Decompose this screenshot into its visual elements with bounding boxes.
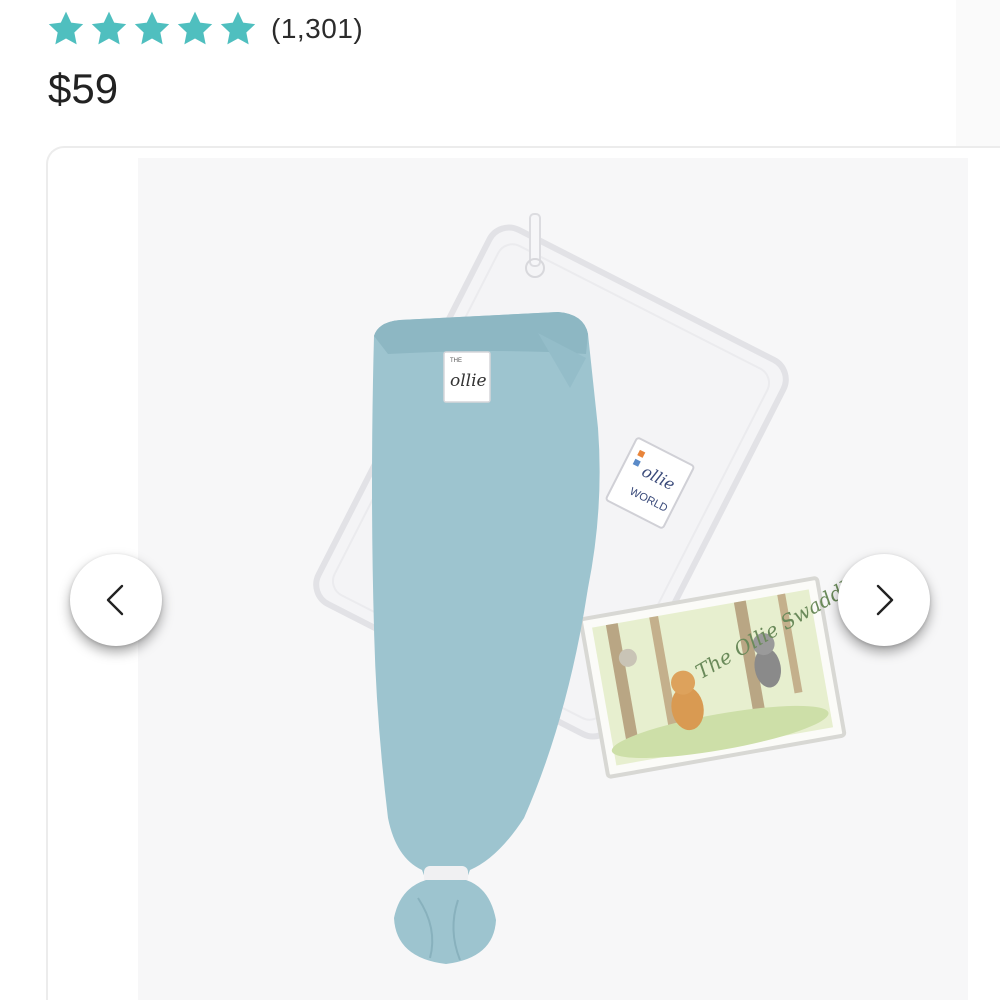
rating-row[interactable]: (1,301) bbox=[46, 6, 363, 52]
previous-image-button[interactable] bbox=[70, 554, 162, 646]
product-page: (1,301) $59 ollie WORLD The Ollie Swaddl… bbox=[0, 0, 1000, 1000]
chevron-right-icon bbox=[876, 584, 894, 616]
star-icon bbox=[91, 11, 127, 45]
star-icon bbox=[134, 11, 170, 45]
svg-text:THE: THE bbox=[450, 358, 462, 364]
star-icon bbox=[177, 11, 213, 45]
star-rating bbox=[46, 9, 261, 49]
svg-text:ollie: ollie bbox=[450, 371, 487, 391]
swaddle-sack: THE ollie bbox=[372, 312, 600, 964]
product-price: $59 bbox=[48, 65, 119, 112]
star-icon bbox=[220, 11, 256, 45]
star-icon bbox=[48, 11, 84, 45]
review-count[interactable]: (1,301) bbox=[271, 13, 363, 45]
chevron-left-icon bbox=[106, 584, 124, 616]
next-image-button[interactable] bbox=[838, 554, 930, 646]
